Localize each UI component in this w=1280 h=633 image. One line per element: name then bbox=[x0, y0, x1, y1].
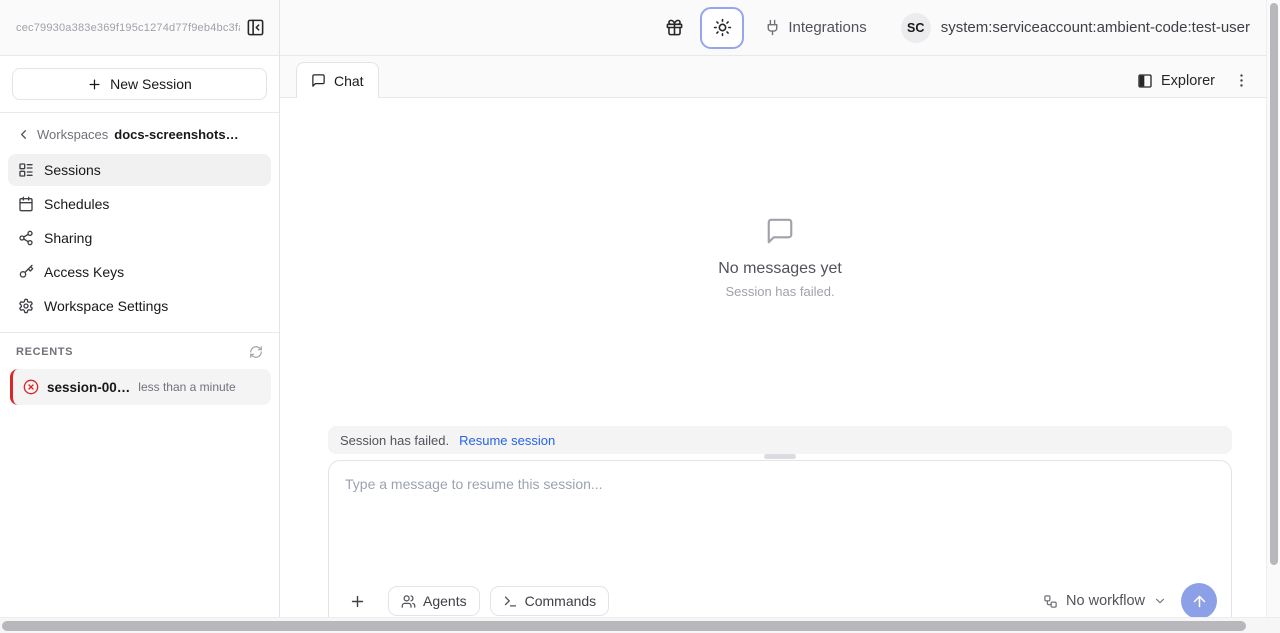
workflow-label: No workflow bbox=[1066, 593, 1145, 609]
sidebar-item-sessions[interactable]: Sessions bbox=[8, 154, 271, 186]
username: system:serviceaccount:ambient-code:test-… bbox=[941, 19, 1250, 36]
attach-plus-button[interactable] bbox=[345, 589, 370, 614]
error-circle-x-icon bbox=[23, 379, 39, 395]
resume-session-link[interactable]: Resume session bbox=[459, 433, 555, 448]
chat-bubble-icon bbox=[765, 216, 795, 246]
message-input[interactable] bbox=[329, 461, 1231, 565]
breadcrumb: Workspaces docs-screenshots-17… bbox=[0, 113, 279, 152]
integrations-button[interactable]: Integrations bbox=[764, 19, 866, 36]
breadcrumb-workspaces[interactable]: Workspaces bbox=[37, 127, 108, 142]
panel-collapse-button[interactable] bbox=[246, 18, 265, 37]
agents-label: Agents bbox=[423, 593, 467, 609]
workflow-selector[interactable]: No workflow bbox=[1043, 593, 1167, 609]
integrations-label: Integrations bbox=[788, 19, 866, 36]
workflow-icon bbox=[1043, 594, 1058, 609]
empty-state-subtitle: Session has failed. bbox=[725, 284, 834, 299]
sidebar-item-label: Sessions bbox=[44, 162, 101, 178]
plus-icon bbox=[349, 593, 366, 610]
composer-right: No workflow bbox=[1043, 583, 1217, 619]
plus-icon bbox=[87, 77, 102, 92]
sidebar-header: cec79930a383e369f195c1274d77f9eb4bc3fa19 bbox=[0, 0, 279, 56]
panel-left-close-icon bbox=[246, 18, 265, 37]
tab-bar: Chat Explorer bbox=[280, 56, 1280, 98]
session-failed-banner: Session has failed. Resume session bbox=[328, 426, 1232, 454]
recents-header: RECENTS bbox=[0, 333, 279, 365]
explorer-button[interactable]: Explorer bbox=[1137, 73, 1215, 89]
gear-icon bbox=[18, 298, 34, 314]
recents-title: RECENTS bbox=[16, 346, 73, 358]
gift-icon[interactable] bbox=[665, 18, 684, 37]
chevron-left-icon[interactable] bbox=[16, 127, 31, 142]
app-root: cec79930a383e369f195c1274d77f9eb4bc3fa19… bbox=[0, 0, 1280, 633]
new-session-wrap: New Session bbox=[0, 56, 279, 112]
sidebar-item-label: Schedules bbox=[44, 196, 109, 212]
message-composer: Agents Commands No workflow bbox=[328, 460, 1232, 633]
composer-toolbar: Agents Commands No workflow bbox=[345, 583, 1217, 619]
recent-session-name: session-00… bbox=[47, 380, 130, 395]
agents-button[interactable]: Agents bbox=[388, 586, 480, 616]
top-bar: Integrations SC system:serviceaccount:am… bbox=[280, 0, 1280, 56]
more-vertical-icon[interactable] bbox=[1233, 72, 1250, 89]
horizontal-scrollbar-thumb[interactable] bbox=[2, 621, 1246, 631]
terminal-icon bbox=[503, 594, 518, 609]
workspace-hash: cec79930a383e369f195c1274d77f9eb4bc3fa19 bbox=[16, 22, 240, 34]
layout-list-icon bbox=[18, 162, 34, 178]
composer-resize-handle[interactable] bbox=[764, 454, 796, 459]
share-icon bbox=[18, 230, 34, 246]
breadcrumb-workspace-name: docs-screenshots-17… bbox=[114, 127, 242, 142]
arrow-up-icon bbox=[1191, 593, 1208, 610]
sun-icon bbox=[713, 18, 732, 37]
calendar-icon bbox=[18, 196, 34, 212]
plug-icon bbox=[764, 19, 781, 36]
new-session-label: New Session bbox=[110, 76, 192, 92]
refresh-icon[interactable] bbox=[249, 345, 263, 359]
horizontal-scrollbar[interactable] bbox=[0, 617, 1280, 633]
sidebar-item-workspace-settings[interactable]: Workspace Settings bbox=[8, 290, 271, 322]
commands-label: Commands bbox=[525, 593, 597, 609]
key-icon bbox=[18, 264, 34, 280]
send-button[interactable] bbox=[1181, 583, 1217, 619]
sidebar-item-schedules[interactable]: Schedules bbox=[8, 188, 271, 220]
main-area: Integrations SC system:serviceaccount:am… bbox=[280, 0, 1280, 633]
tab-chat-label: Chat bbox=[334, 73, 364, 89]
sidebar-item-access-keys[interactable]: Access Keys bbox=[8, 256, 271, 288]
banner-message: Session has failed. bbox=[340, 433, 449, 448]
sidebar-nav: Sessions Schedules Sharing Access Keys bbox=[0, 152, 279, 332]
commands-button[interactable]: Commands bbox=[490, 586, 610, 616]
empty-state-title: No messages yet bbox=[718, 260, 842, 278]
empty-state: No messages yet Session has failed. bbox=[280, 216, 1280, 299]
theme-toggle-button[interactable] bbox=[700, 7, 744, 49]
tab-bar-right: Explorer bbox=[1137, 72, 1250, 97]
vertical-scrollbar[interactable] bbox=[1266, 0, 1280, 617]
panel-split-icon bbox=[1137, 73, 1153, 89]
sidebar-item-label: Sharing bbox=[44, 230, 92, 246]
chat-area: No messages yet Session has failed. Sess… bbox=[280, 98, 1280, 633]
sidebar-item-label: Access Keys bbox=[44, 264, 124, 280]
sidebar: cec79930a383e369f195c1274d77f9eb4bc3fa19… bbox=[0, 0, 280, 633]
users-icon bbox=[401, 594, 416, 609]
sidebar-item-sharing[interactable]: Sharing bbox=[8, 222, 271, 254]
avatar[interactable]: SC bbox=[901, 13, 931, 43]
vertical-scrollbar-thumb[interactable] bbox=[1270, 3, 1278, 565]
recent-session-item[interactable]: session-00… less than a minute bbox=[10, 369, 271, 405]
new-session-button[interactable]: New Session bbox=[12, 68, 267, 100]
chevron-down-icon bbox=[1153, 594, 1167, 608]
sidebar-item-label: Workspace Settings bbox=[44, 298, 168, 314]
message-square-icon bbox=[311, 73, 326, 88]
explorer-label: Explorer bbox=[1161, 73, 1215, 89]
recent-session-time: less than a minute bbox=[138, 380, 235, 394]
tab-chat[interactable]: Chat bbox=[296, 62, 379, 98]
